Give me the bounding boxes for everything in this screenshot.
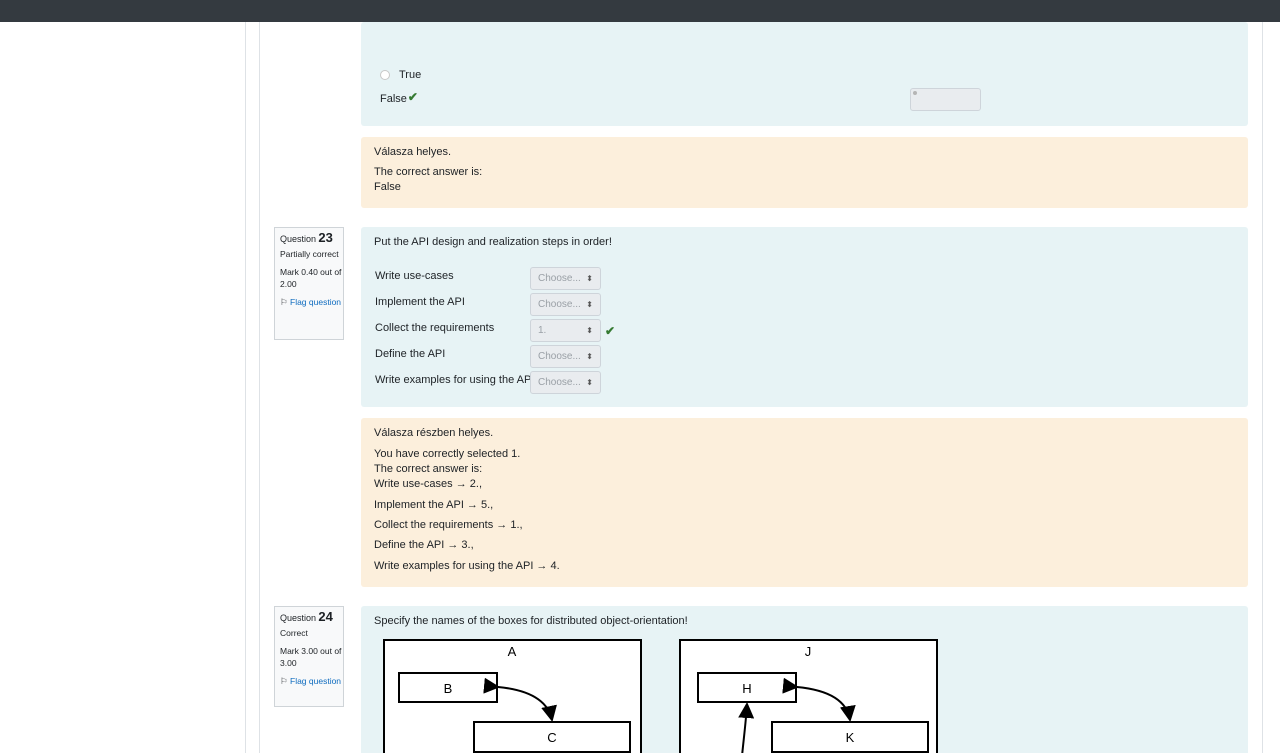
answer-option-false[interactable]: False ✔ [380, 87, 981, 111]
select-value: Choose... [538, 377, 581, 388]
match-row-label: Define the API [375, 348, 446, 360]
flag-label: Flag question [290, 297, 342, 307]
correct-check-icon: ✔ [605, 324, 616, 338]
flag-icon: ⚐ [280, 297, 288, 307]
radio-true[interactable] [380, 70, 390, 80]
radio-false[interactable] [910, 87, 981, 111]
question-prefix: Question [280, 613, 317, 623]
chevron-updown-icon: ⬍ [586, 300, 593, 309]
correct-answer-line: Implement the API → 5., [374, 499, 494, 511]
order-select[interactable]: Choose... ⬍ [530, 371, 601, 394]
correct-answer-line: Define the API → 3., [374, 539, 474, 551]
chevron-updown-icon: ⬍ [586, 274, 593, 283]
question-mark: Mark 0.40 out of 2.00 [280, 267, 342, 289]
diagram-label: K [846, 730, 855, 745]
correct-answer-heading: The correct answer is: [374, 463, 483, 475]
match-row-label: Write use-cases [375, 270, 454, 282]
order-select[interactable]: Choose... ⬍ [530, 267, 601, 290]
distributed-oo-diagram: A B C J H K [383, 639, 938, 753]
content-left-border [259, 22, 260, 753]
flag-icon: ⚐ [280, 676, 288, 686]
match-row-label: Collect the requirements [375, 322, 495, 334]
select-value: 1. [538, 325, 547, 336]
order-select[interactable]: Choose... ⬍ [530, 293, 601, 316]
option-label: True [399, 69, 422, 81]
diagram-label: B [444, 681, 453, 696]
chevron-updown-icon: ⬍ [586, 326, 593, 335]
feedback-selected-note: You have correctly selected 1. [374, 448, 521, 460]
question-state: Correct [280, 628, 308, 638]
question-22-content [361, 22, 1248, 126]
top-navbar [0, 0, 1280, 22]
question-prefix: Question [280, 234, 317, 244]
diagram-label: C [547, 730, 556, 745]
correct-answer-line: Collect the requirements → 1., [374, 519, 523, 531]
correct-answer-line: Write examples for using the API → 4. [374, 560, 560, 572]
flag-label: Flag question [290, 676, 342, 686]
feedback-status: Válasza részben helyes. [374, 427, 494, 439]
question-text: Put the API design and realization steps… [374, 236, 612, 248]
question-number: 23 [318, 230, 333, 245]
question-number: 24 [318, 609, 333, 624]
select-value: Choose... [538, 273, 581, 284]
question-22-feedback [361, 137, 1248, 208]
question-24-info: Question 24 Correct Mark 3.00 out of 3.0… [274, 606, 344, 707]
match-row-label: Write examples for using the API [375, 374, 535, 386]
correct-answer-line: Write use-cases → 2., [374, 478, 482, 490]
question-text: Specify the names of the boxes for distr… [374, 615, 688, 627]
correct-check-icon: ✔ [407, 90, 418, 104]
content-right-border [1262, 22, 1263, 753]
diagram-label: H [742, 681, 751, 696]
match-row-label: Implement the API [375, 296, 465, 308]
order-select[interactable]: Choose... ⬍ [530, 345, 601, 368]
chevron-updown-icon: ⬍ [586, 352, 593, 361]
select-value: Choose... [538, 299, 581, 310]
flag-question-link[interactable]: ⚐ Flag question [280, 296, 343, 308]
question-state: Partially correct [280, 249, 339, 259]
flag-question-link[interactable]: ⚐ Flag question [280, 675, 343, 687]
correct-answer-heading: The correct answer is: [374, 166, 483, 178]
diagram-label: A [508, 644, 517, 659]
option-label: False [380, 93, 407, 105]
feedback-status: Válasza helyes. [374, 146, 452, 158]
drawer-divider [245, 22, 246, 753]
chevron-updown-icon: ⬍ [586, 378, 593, 387]
order-select[interactable]: 1. ⬍ [530, 319, 601, 342]
question-mark: Mark 3.00 out of 3.00 [280, 646, 342, 668]
select-value: Choose... [538, 351, 581, 362]
correct-answer-text: False [374, 181, 401, 193]
question-23-info: Question 23 Partially correct Mark 0.40 … [274, 227, 344, 340]
answer-option-true[interactable]: True [380, 69, 421, 81]
diagram-label: J [805, 644, 812, 659]
